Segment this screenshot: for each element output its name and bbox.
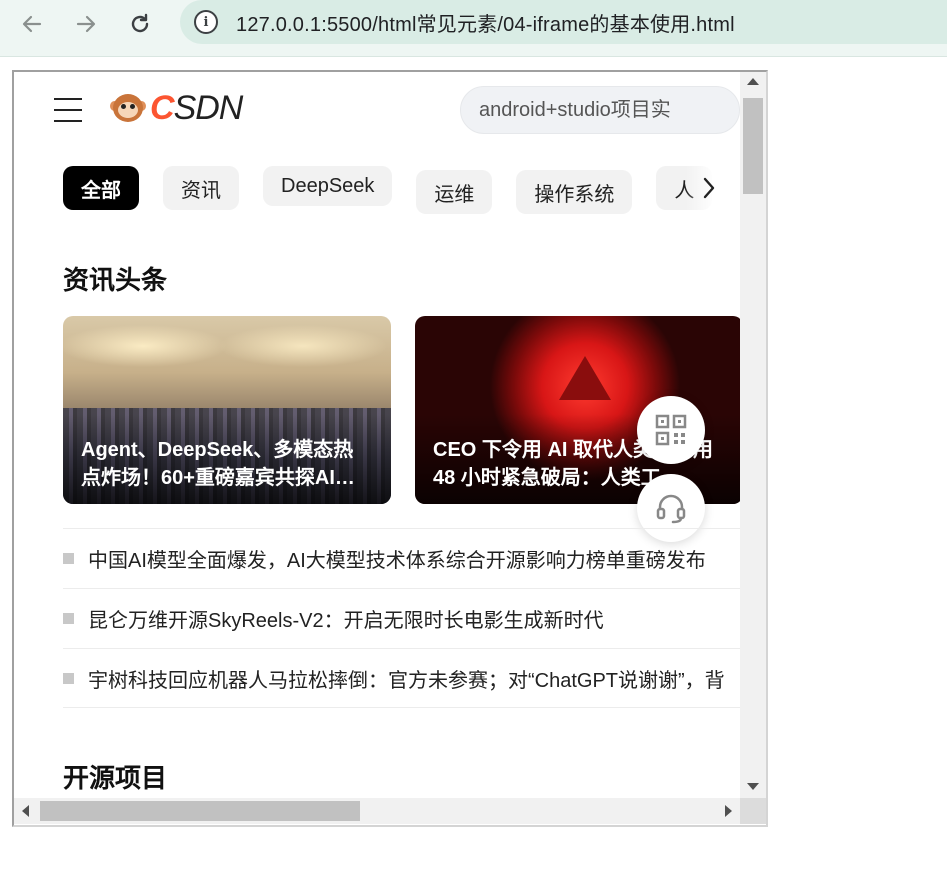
tab-os[interactable]: 操作系统 (516, 170, 633, 214)
news-section-title: 资讯头条 (63, 265, 168, 295)
tab-all[interactable]: 全部 (63, 166, 139, 210)
open-source-section-title: 开源项目 (63, 763, 168, 793)
address-bar[interactable]: i 127.0.0.1:5500/html常见元素/04-iframe的基本使用… (180, 0, 947, 44)
reload-icon (131, 13, 149, 33)
news-list: 中国AI模型全面爆发，AI大模型技术体系综合开源影响力榜单重磅发布 昆仑万维开源… (63, 528, 740, 708)
tab-news[interactable]: 资讯 (163, 166, 239, 210)
menu-icon[interactable] (54, 98, 82, 122)
arrow-left-icon (22, 15, 42, 33)
qr-code-button[interactable] (637, 396, 705, 464)
qr-code-icon (655, 414, 687, 446)
warning-icon (559, 356, 611, 400)
monkey-mascot-icon (110, 91, 146, 125)
logo-text: CSDN (150, 89, 243, 127)
back-button[interactable] (16, 8, 48, 40)
scroll-right-icon[interactable] (725, 805, 732, 817)
scrollbar-thumb[interactable] (40, 801, 360, 821)
arrow-right-icon (76, 15, 96, 33)
list-item[interactable]: 宇树科技回应机器人马拉松摔倒：官方未参赛；对“ChatGPT说谢谢”，背 (63, 648, 740, 708)
iframe-viewport: CSDN 全部 资讯 DeepSeek 运维 操作系统 人 资讯头条 Agent… (14, 72, 740, 798)
iframe-frame: CSDN 全部 资讯 DeepSeek 运维 操作系统 人 资讯头条 Agent… (12, 70, 768, 827)
horizontal-scrollbar[interactable] (14, 798, 740, 824)
chevron-right-icon[interactable] (702, 176, 716, 200)
url-text[interactable]: 127.0.0.1:5500/html常见元素/04-iframe的基本使用.h… (236, 8, 735, 37)
bullet-icon (63, 672, 74, 684)
browser-toolbar: i 127.0.0.1:5500/html常见元素/04-iframe的基本使用… (0, 0, 947, 57)
scroll-down-icon[interactable] (747, 783, 759, 790)
reload-button[interactable] (124, 8, 156, 40)
scrollbar-thumb[interactable] (743, 98, 763, 194)
category-tabs: 全部 资讯 DeepSeek 运维 操作系统 人 (63, 166, 740, 214)
search-input[interactable] (479, 98, 719, 122)
tab-deepseek[interactable]: DeepSeek (263, 166, 393, 206)
scroll-left-icon[interactable] (22, 805, 29, 817)
bullet-icon (63, 613, 74, 624)
card-title[interactable]: Agent、DeepSeek、多模态热点炸场！60+重磅嘉宾共探AI… (81, 436, 373, 492)
news-card[interactable]: Agent、DeepSeek、多模态热点炸场！60+重磅嘉宾共探AI… (63, 316, 391, 504)
bullet-icon (63, 553, 74, 564)
vertical-scrollbar[interactable] (740, 72, 766, 798)
csdn-logo[interactable]: CSDN (110, 89, 243, 127)
list-item[interactable]: 昆仑万维开源SkyReels-V2：开启无限时长电影生成新时代 (63, 588, 740, 648)
search-box[interactable] (460, 86, 740, 134)
headset-icon (656, 494, 686, 524)
list-item[interactable]: 中国AI模型全面爆发，AI大模型技术体系综合开源影响力榜单重磅发布 (63, 528, 740, 588)
forward-button[interactable] (70, 8, 102, 40)
scroll-up-icon[interactable] (747, 78, 759, 85)
info-icon[interactable]: i (194, 10, 218, 34)
scrollbar-corner (740, 798, 766, 824)
tab-devops[interactable]: 运维 (416, 170, 493, 214)
